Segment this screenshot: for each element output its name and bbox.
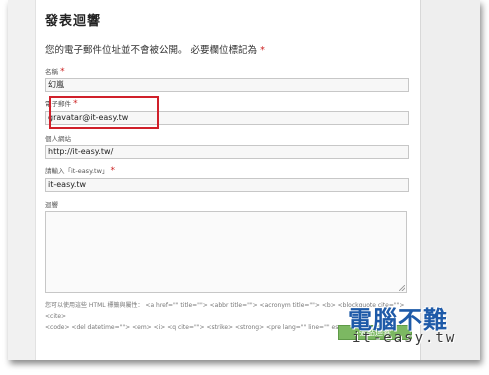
comment-label: 迴響 <box>45 201 58 209</box>
form-heading: 發表迴響 <box>45 14 102 29</box>
captcha-field[interactable]: it-easy.tw <box>45 178 409 192</box>
website-field[interactable]: http://it-easy.tw/ <box>45 145 409 159</box>
email-highlight-box <box>49 96 159 129</box>
required-notice: 您的電子郵件位址並不會被公開。 必要欄位標記為 * <box>45 42 265 56</box>
name-field[interactable]: 幻嵐 <box>45 78 409 92</box>
name-label: 名稱 * <box>45 67 65 77</box>
website-label: 個人網站 <box>45 135 71 143</box>
left-margin <box>8 0 36 360</box>
resize-handle-icon[interactable] <box>399 285 405 291</box>
comment-textarea[interactable] <box>45 211 407 293</box>
notice-text: 您的電子郵件位址並不會被公開。 必要欄位標記為 <box>45 45 258 56</box>
required-marker: * <box>260 45 265 56</box>
watermark-url: it-easy.tw <box>352 330 457 346</box>
captcha-label: 請輸入「it-easy.tw」 * <box>45 166 115 176</box>
